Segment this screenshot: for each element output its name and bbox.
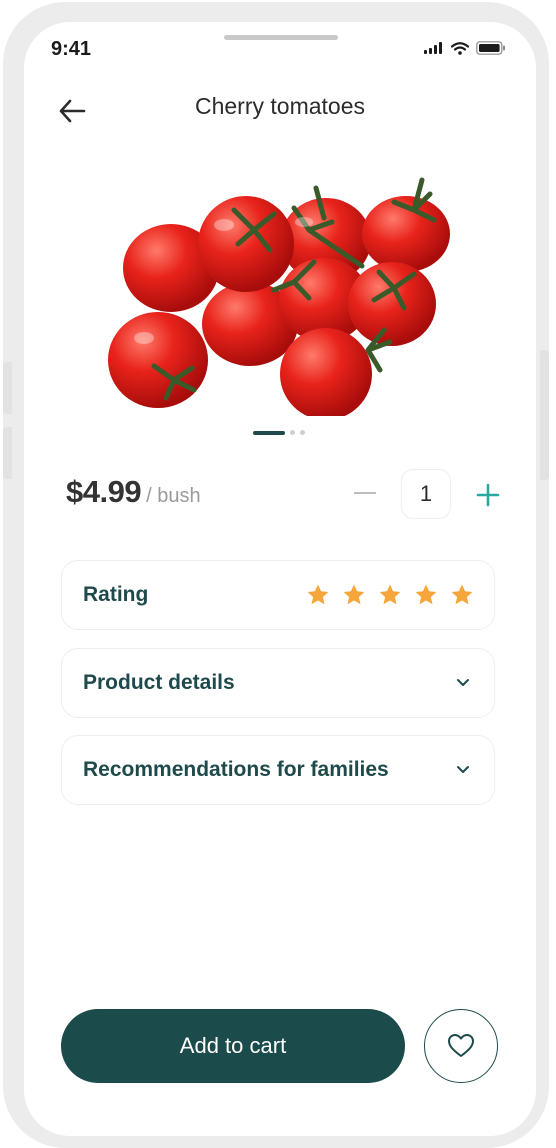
product-details-card[interactable]: Product details [61, 648, 495, 718]
carousel-dot[interactable] [290, 430, 295, 435]
signal-icon [424, 42, 442, 54]
price-unit: / bush [146, 485, 201, 507]
phone-frame: 9:41 Cherry tomatoes $4.99 / bush 1 Rati… [3, 2, 549, 1148]
speaker-notch [224, 35, 338, 40]
star-icon[interactable] [342, 583, 366, 607]
carousel-dot-active[interactable] [253, 430, 285, 435]
product-image [108, 177, 450, 416]
star-icon[interactable] [378, 583, 402, 607]
recommendations-label: Recommendations for families [83, 758, 389, 781]
tomato-cluster [108, 177, 450, 416]
rating-card: Rating [61, 560, 495, 630]
heart-icon [448, 1034, 474, 1057]
increase-quantity-button[interactable] [476, 483, 500, 507]
page-title: Cherry tomatoes [194, 93, 365, 119]
star-icon[interactable] [414, 583, 438, 607]
price-row: $4.99 / bush [66, 474, 201, 510]
battery-icon [476, 41, 505, 55]
chevron-down-icon [457, 766, 469, 773]
star-icon[interactable] [306, 583, 330, 607]
star-icon[interactable] [450, 583, 474, 607]
rating-stars[interactable] [306, 583, 474, 607]
screen: 9:41 Cherry tomatoes $4.99 / bush 1 Rati… [24, 22, 536, 1136]
chevron-down-icon [457, 679, 469, 686]
product-details-label: Product details [83, 671, 235, 694]
volume-down-button [3, 427, 12, 479]
decrease-quantity-button[interactable] [354, 492, 376, 494]
price: $4.99 [66, 474, 142, 509]
status-time: 9:41 [51, 38, 92, 60]
volume-up-button [3, 362, 12, 414]
status-icons [424, 41, 506, 55]
rating-label: Rating [83, 583, 149, 606]
carousel-dot[interactable] [300, 430, 305, 435]
quantity-field[interactable]: 1 [401, 469, 451, 519]
recommendations-card[interactable]: Recommendations for families [61, 735, 495, 805]
wifi-icon [451, 41, 469, 55]
favorite-button[interactable] [424, 1009, 498, 1083]
add-to-cart-button[interactable]: Add to cart [61, 1009, 405, 1083]
power-button [540, 350, 549, 480]
carousel-indicator [253, 430, 305, 435]
